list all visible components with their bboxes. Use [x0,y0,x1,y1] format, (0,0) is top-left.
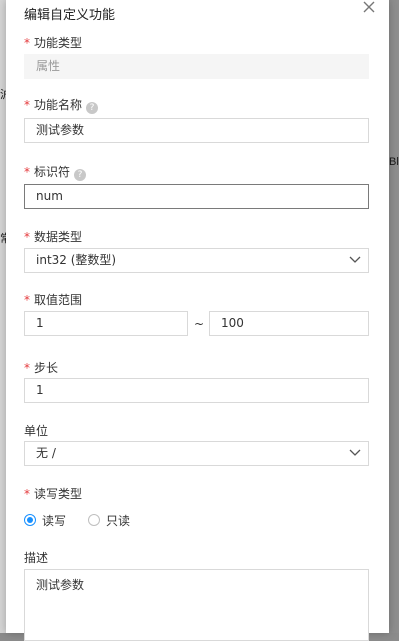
help-icon[interactable]: ? [74,169,87,181]
func-type-label: * 功能类型 [24,36,83,50]
data-type-label: * 数据类型 [24,230,83,244]
unit-select[interactable]: 无 / [24,441,369,466]
unit-value: 无 / [36,446,56,460]
func-type-field: 属性 [24,54,369,79]
rw-type-label: * 读写类型 [24,487,83,501]
edit-function-drawer: 编辑自定义功能 * 功能类型 属性 * 功能名称? 测试参数 * 标识符? num *… [6,0,389,641]
range-label: * 取值范围 [24,293,83,307]
required-mark: * [24,487,30,501]
range-max-input[interactable]: 100 [209,311,369,336]
step-label: * 步长 [24,361,59,375]
data-type-select[interactable]: int32 (整数型) [24,248,369,273]
required-mark: * [24,36,30,50]
rw-option-readonly-label[interactable]: 只读 [106,512,130,529]
background-text-fragment: Bl [389,156,399,168]
range-min-input[interactable]: 1 [24,311,188,336]
drawer-title: 编辑自定义功能 [24,8,116,23]
data-type-value: int32 (整数型) [36,253,117,267]
required-mark: * [24,293,30,307]
description-textarea[interactable]: 测试参数 [24,569,369,641]
range-separator: ~ [194,317,205,331]
identifier-input[interactable]: num [24,184,369,209]
required-mark: * [24,230,30,244]
step-input[interactable]: 1 [24,378,369,403]
rw-option-readwrite-label[interactable]: 读写 [42,512,66,529]
identifier-label: * 标识符? [24,164,87,181]
func-name-input[interactable]: 测试参数 [24,118,369,143]
rw-radio-readonly[interactable] [88,514,100,526]
unit-label: 单位 [24,424,49,438]
help-icon[interactable]: ? [86,102,99,114]
required-mark: * [24,165,30,179]
chevron-down-icon [349,449,361,456]
description-label: 描述 [24,551,49,565]
chevron-down-icon [349,256,361,263]
required-mark: * [24,98,30,112]
close-icon[interactable] [362,0,376,14]
func-name-label: * 功能名称? [24,97,99,114]
rw-radio-readwrite[interactable] [24,514,36,526]
required-mark: * [24,361,30,375]
